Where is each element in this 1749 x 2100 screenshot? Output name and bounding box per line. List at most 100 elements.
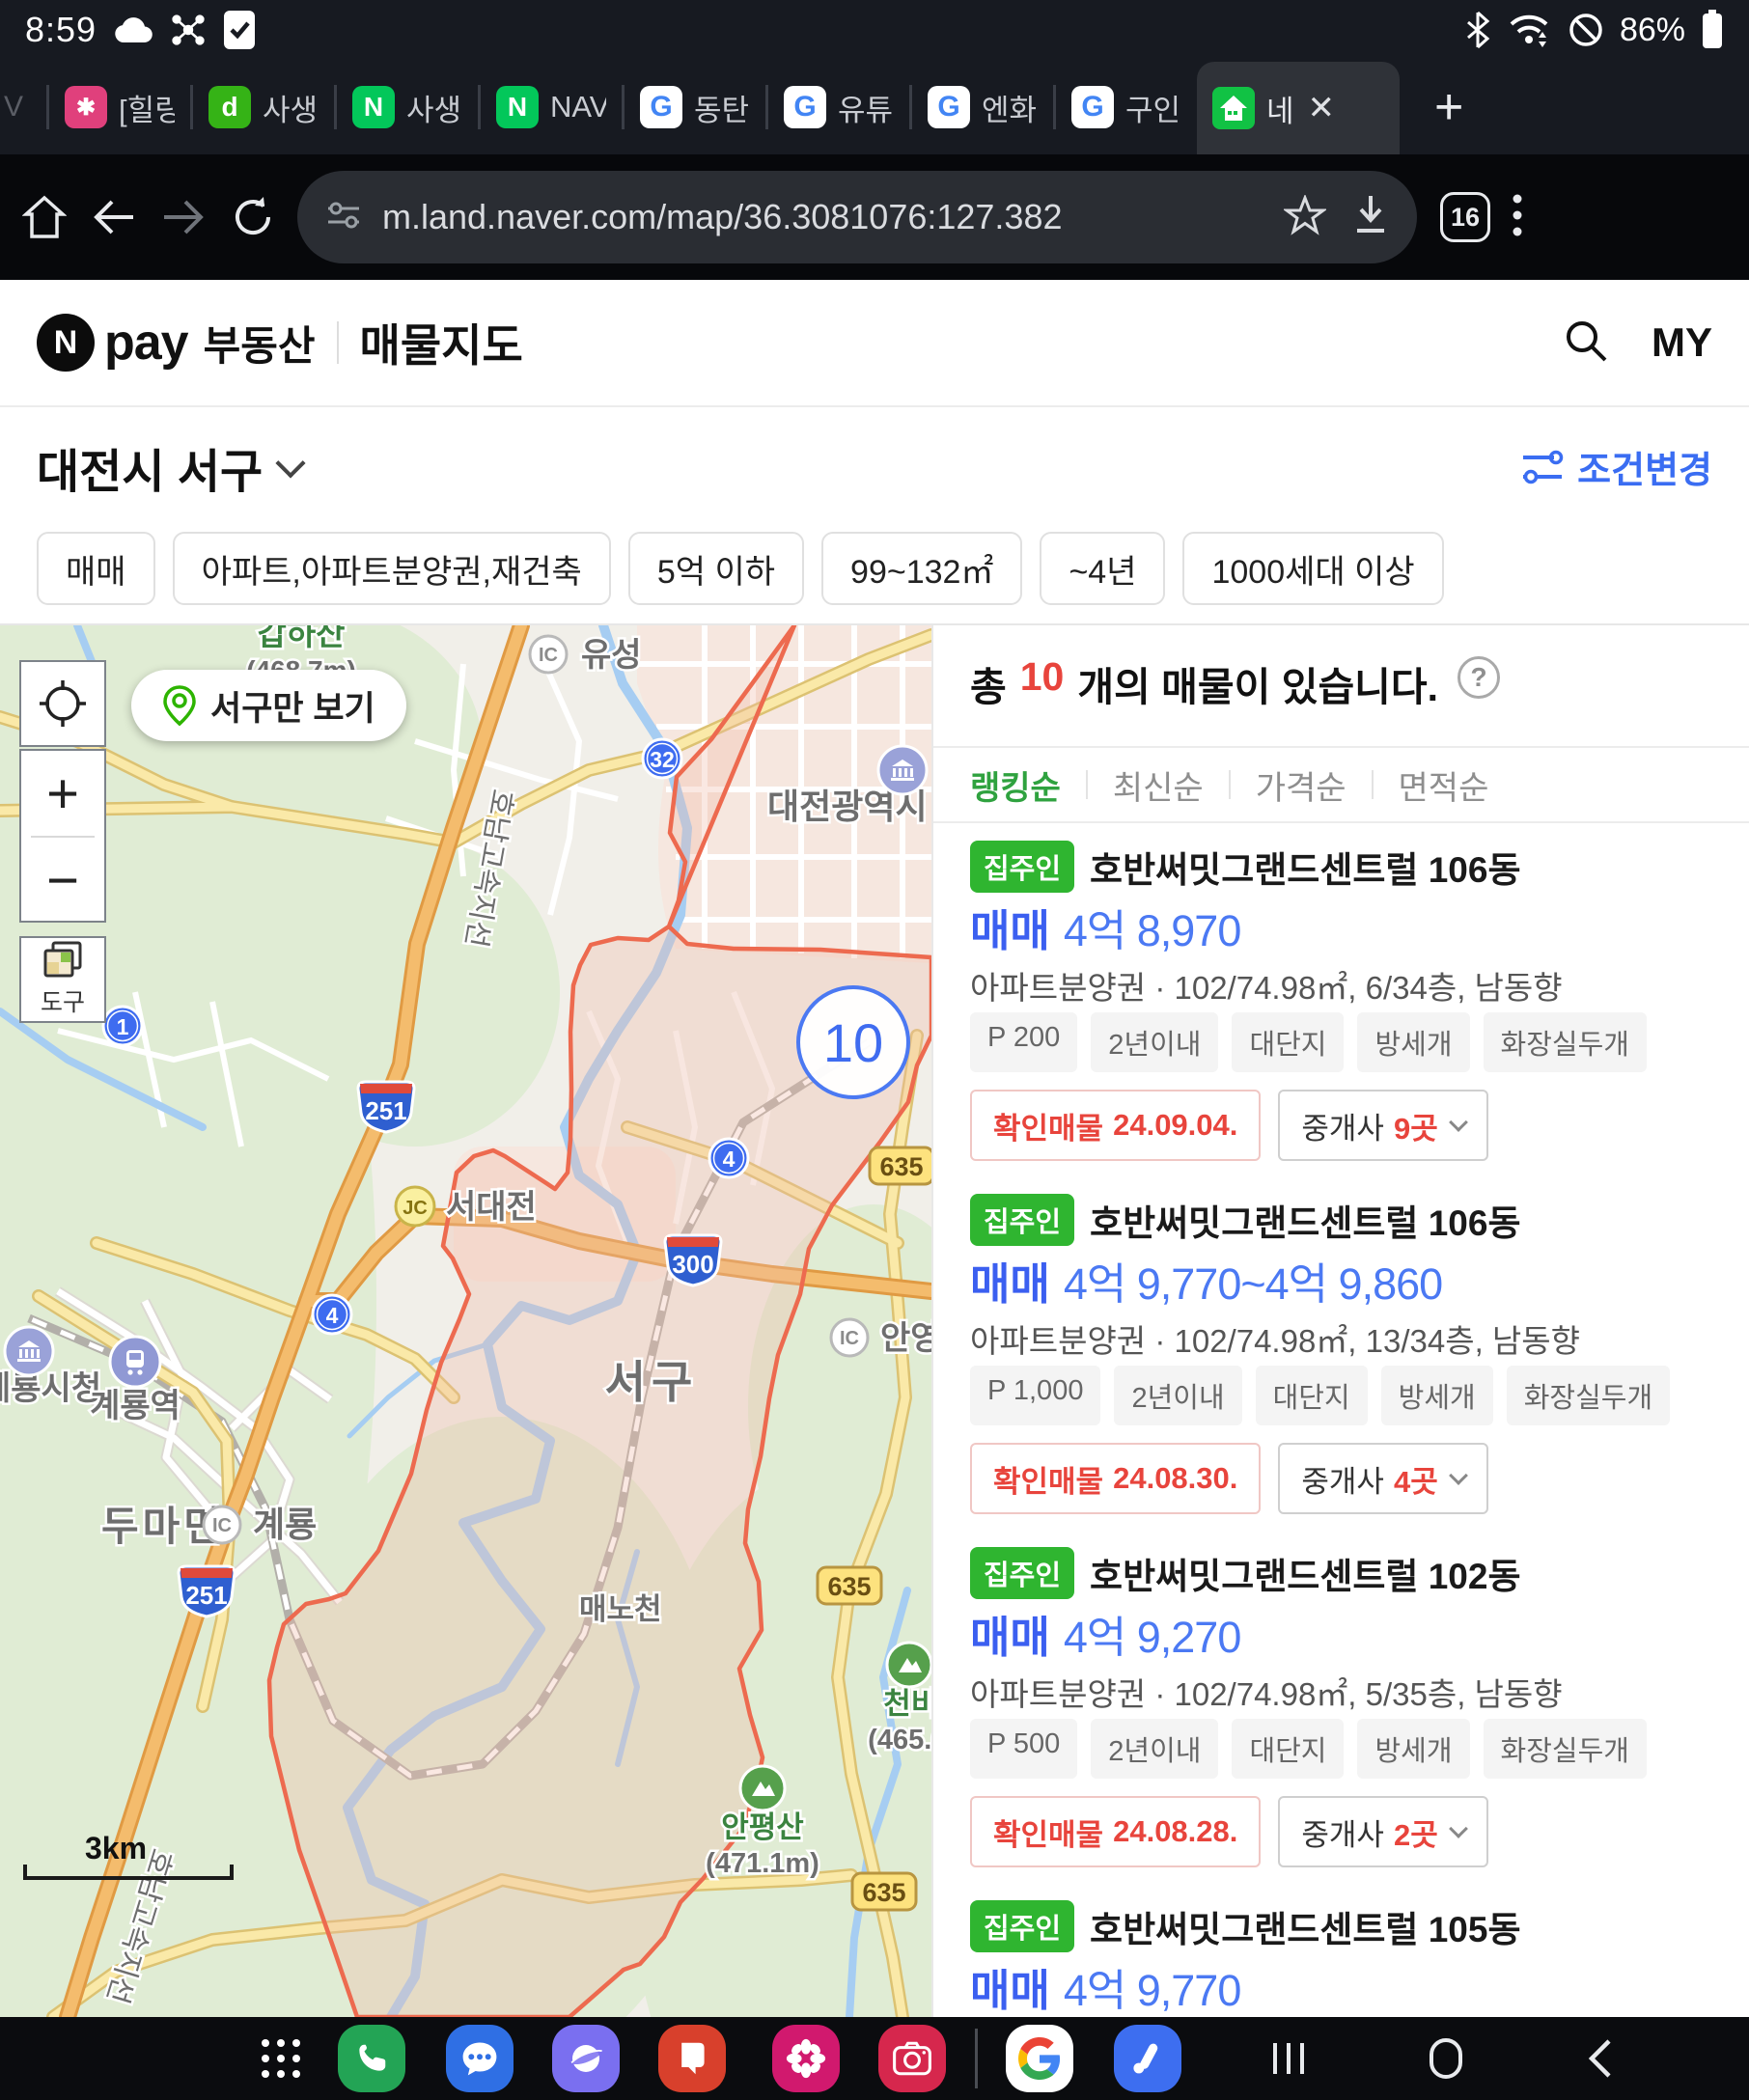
camera-app-icon[interactable] (878, 2025, 946, 2092)
my-menu[interactable]: MY (1652, 319, 1712, 366)
back-button[interactable] (79, 198, 149, 236)
browser-menu-icon[interactable] (1512, 193, 1523, 242)
sort-area[interactable]: 면적순 (1399, 761, 1489, 809)
sort-price[interactable]: 가격순 (1256, 761, 1346, 809)
tab-naver-land-active[interactable]: 네 ✕ (1197, 62, 1400, 154)
browser-tab-strip: V ✱ [힐링 d 사생 N 사생 N NAV G 동탄 G 유튜 (0, 60, 1749, 154)
tab-count-button[interactable]: 16 (1440, 192, 1490, 242)
listing-title[interactable]: 호반써밋그랜드센트럴 105동 (1090, 1900, 1520, 1952)
google-ads-app-icon[interactable] (1114, 2025, 1181, 2092)
agents-dropdown[interactable]: 중개사 2곳 (1278, 1796, 1487, 1867)
listing-details: 아파트분양권 · 102/74.98㎡, 13/34층, 남동향 (970, 1315, 1712, 1352)
gyeryong-cityhall-label: 계룡시청 (0, 1370, 101, 1407)
gallery-app-icon[interactable] (772, 2025, 840, 2092)
svg-text:(471.1m): (471.1m) (706, 1848, 819, 1879)
sort-ranking[interactable]: 랭킹순 (970, 761, 1061, 809)
browser-toolbar: m.land.naver.com/map/36.3081076:127.382 … (0, 154, 1749, 280)
listing-item[interactable]: 집주인 호반써밋그랜드센트럴 102동 매매 4억 9,270 아파트분양권 ·… (933, 1530, 1749, 1883)
chip-area[interactable]: 99~132㎡ (821, 532, 1022, 605)
naver-logo[interactable]: N (37, 314, 95, 372)
tab-healing[interactable]: ✱ [힐링 (49, 86, 190, 129)
svg-text:635: 635 (879, 1152, 923, 1181)
tag: 2년이내 (1114, 1366, 1241, 1425)
recents-nav-button[interactable] (1250, 2017, 1327, 2100)
mountain-peak-icon (887, 1643, 931, 1687)
agents-dropdown[interactable]: 중개사 9곳 (1278, 1090, 1487, 1161)
chip-households[interactable]: 1000세대 이상 (1182, 532, 1443, 605)
pin-icon (162, 684, 197, 727)
listing-title[interactable]: 호반써밋그랜드센트럴 106동 (1090, 841, 1520, 893)
help-icon[interactable]: ? (1458, 656, 1500, 699)
sort-newest[interactable]: 최신순 (1113, 761, 1204, 809)
chevron-down-icon (1449, 1466, 1468, 1485)
app-grid-icon[interactable] (247, 2025, 315, 2092)
agents-dropdown[interactable]: 중개사 4곳 (1278, 1443, 1487, 1514)
svg-text:10: 10 (823, 1012, 883, 1073)
tag: 2년이내 (1091, 1012, 1218, 1072)
samsung-internet-app-icon[interactable] (552, 2025, 620, 2092)
pay-wordmark[interactable]: pay (104, 314, 188, 372)
zoom-in-button[interactable]: + (21, 751, 104, 836)
chip-property-type[interactable]: 아파트,아파트분양권,재건축 (173, 532, 611, 605)
map-tools-button[interactable]: 도구 (19, 936, 106, 1023)
reload-button[interactable] (218, 195, 288, 239)
url-text[interactable]: m.land.naver.com/map/36.3081076:127.382 (382, 197, 1264, 237)
condition-change-button[interactable]: 조건변경 (1521, 440, 1712, 493)
listing-title[interactable]: 호반써밋그랜드센트럴 102동 (1090, 1547, 1520, 1599)
close-tab-icon[interactable]: ✕ (1308, 89, 1336, 127)
tag: P 1,000 (970, 1366, 1100, 1425)
home-button[interactable] (10, 194, 79, 240)
back-nav-button[interactable] (1562, 2017, 1639, 2100)
naver-favicon: N (352, 86, 395, 128)
listing-title[interactable]: 호반써밋그랜드센트럴 106동 (1090, 1194, 1520, 1246)
zoom-out-button[interactable]: − (21, 838, 104, 923)
current-location-button[interactable] (19, 660, 106, 747)
phone-app-icon[interactable] (338, 2025, 405, 2092)
map-area[interactable]: 호남고속지선 호남고속지선 갑하산 (468.7m) 유성 대전광역시 서대전 … (0, 625, 931, 2017)
google-app-icon[interactable] (1006, 2025, 1073, 2092)
chevron-down-icon[interactable] (276, 448, 306, 478)
tab-naver-2[interactable]: N NAV (481, 86, 622, 128)
listing-item[interactable]: 집주인 호반써밋그랜드센트럴 105동 매매 4억 9,770 (933, 1883, 1749, 2017)
listing-details: 아파트분양권 · 102/74.98㎡, 6/34층, 남동향 (970, 962, 1712, 999)
download-icon[interactable] (1351, 194, 1390, 241)
route-badge-635: 635 (818, 1567, 881, 1604)
red-app-icon[interactable] (658, 2025, 726, 2092)
view-seogu-only-button[interactable]: 서구만 보기 (131, 670, 406, 741)
expressway-shield-300: 300 (665, 1235, 721, 1285)
chip-price[interactable]: 5억 이하 (628, 532, 804, 605)
tag: P 200 (970, 1012, 1077, 1072)
listing-cluster-marker[interactable]: 10 (798, 987, 908, 1097)
home-nav-button[interactable] (1407, 2017, 1485, 2100)
route-badge-635: 635 (852, 1873, 916, 1910)
listing-item[interactable]: 집주인 호반써밋그랜드센트럴 106동 매매 4억 8,970 아파트분양권 ·… (933, 823, 1749, 1176)
new-tab-button[interactable]: + (1434, 78, 1463, 136)
region-selector[interactable]: 대전시 서구 (37, 433, 263, 501)
tab-daum[interactable]: d 사생 (193, 86, 334, 129)
battery-icon (1701, 10, 1724, 50)
expressway-shield-251: 251 (358, 1082, 414, 1132)
chip-deal-type[interactable]: 매매 (37, 532, 155, 605)
naver-pay-header: N pay 부동산 매물지도 MY (0, 280, 1749, 407)
tag: 화장실두개 (1484, 1719, 1647, 1779)
chip-age[interactable]: ~4년 (1040, 532, 1165, 605)
tab-google-3[interactable]: G 엔화 (912, 86, 1053, 129)
messages-app-icon[interactable] (446, 2025, 514, 2092)
tab-naver-1[interactable]: N 사생 (337, 86, 478, 129)
tab-google-2[interactable]: G 유튜 (768, 86, 909, 129)
svg-text:1: 1 (117, 1014, 129, 1039)
anyeong-label: 안영 (880, 1320, 931, 1357)
svg-text:IC: IC (212, 1515, 232, 1536)
tab-google-1[interactable]: G 동탄 (625, 86, 765, 129)
search-icon[interactable] (1563, 318, 1609, 369)
site-settings-icon[interactable] (324, 198, 363, 237)
url-bar[interactable]: m.land.naver.com/map/36.3081076:127.382 (297, 171, 1417, 263)
listing-item[interactable]: 집주인 호반써밋그랜드센트럴 106동 매매 4억 9,770~4억 9,860… (933, 1176, 1749, 1530)
map-canvas[interactable]: 호남고속지선 호남고속지선 갑하산 (468.7m) 유성 대전광역시 서대전 … (0, 625, 931, 2017)
tab-google-4[interactable]: G 구인 (1056, 86, 1197, 129)
forward-button[interactable] (149, 198, 218, 236)
weather-cloud-icon (112, 14, 154, 46)
route-badge-4: 4 (709, 1139, 748, 1177)
realestate-category[interactable]: 부동산 (204, 314, 316, 373)
bookmark-star-icon[interactable] (1284, 195, 1326, 240)
